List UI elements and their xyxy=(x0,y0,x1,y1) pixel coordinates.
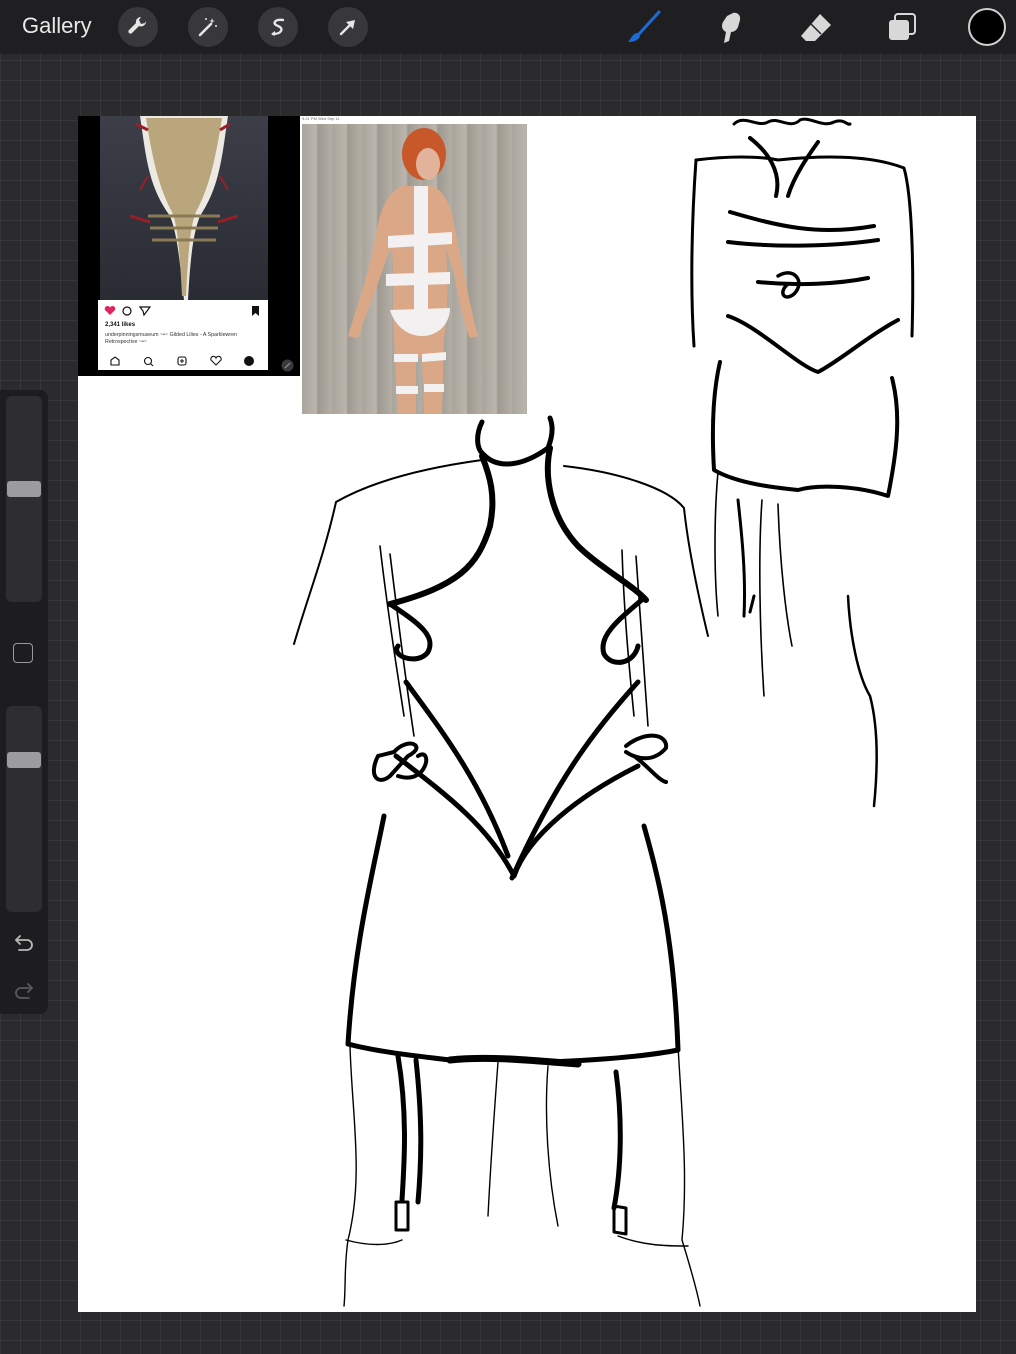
selection-icon xyxy=(271,18,285,36)
eraser-icon xyxy=(801,14,831,41)
undo-icon[interactable] xyxy=(12,930,36,954)
color-picker-button[interactable] xyxy=(968,8,1006,46)
brush-icon xyxy=(628,10,661,42)
wrench-icon xyxy=(128,16,147,34)
sketch-strokes xyxy=(293,117,915,1307)
transform-button[interactable] xyxy=(328,7,368,47)
layers-button[interactable] xyxy=(884,9,920,45)
gallery-button[interactable]: Gallery xyxy=(22,13,92,39)
eraser-button[interactable] xyxy=(798,9,834,45)
magic-wand-icon xyxy=(198,18,217,37)
opacity-thumb[interactable] xyxy=(7,752,41,768)
brush-size-slider[interactable] xyxy=(6,396,42,602)
selection-button[interactable] xyxy=(258,7,298,47)
modify-square-icon[interactable] xyxy=(13,643,33,663)
layers-icon xyxy=(889,13,916,40)
brush-size-thumb[interactable] xyxy=(7,481,41,497)
smudge-icon xyxy=(722,12,741,43)
smudge-button[interactable] xyxy=(712,9,748,45)
transform-arrow-icon xyxy=(339,20,355,36)
adjustments-button[interactable] xyxy=(188,7,228,47)
actions-button[interactable] xyxy=(118,7,158,47)
sidebar xyxy=(0,390,48,1014)
brush-button[interactable] xyxy=(626,9,662,45)
drawing-canvas[interactable]: 2,341 likes underpinningsmuseum ~•~ Gild… xyxy=(78,116,976,1312)
opacity-slider[interactable] xyxy=(6,706,42,912)
redo-icon[interactable] xyxy=(12,978,36,1002)
top-toolbar: Gallery xyxy=(0,0,1016,54)
